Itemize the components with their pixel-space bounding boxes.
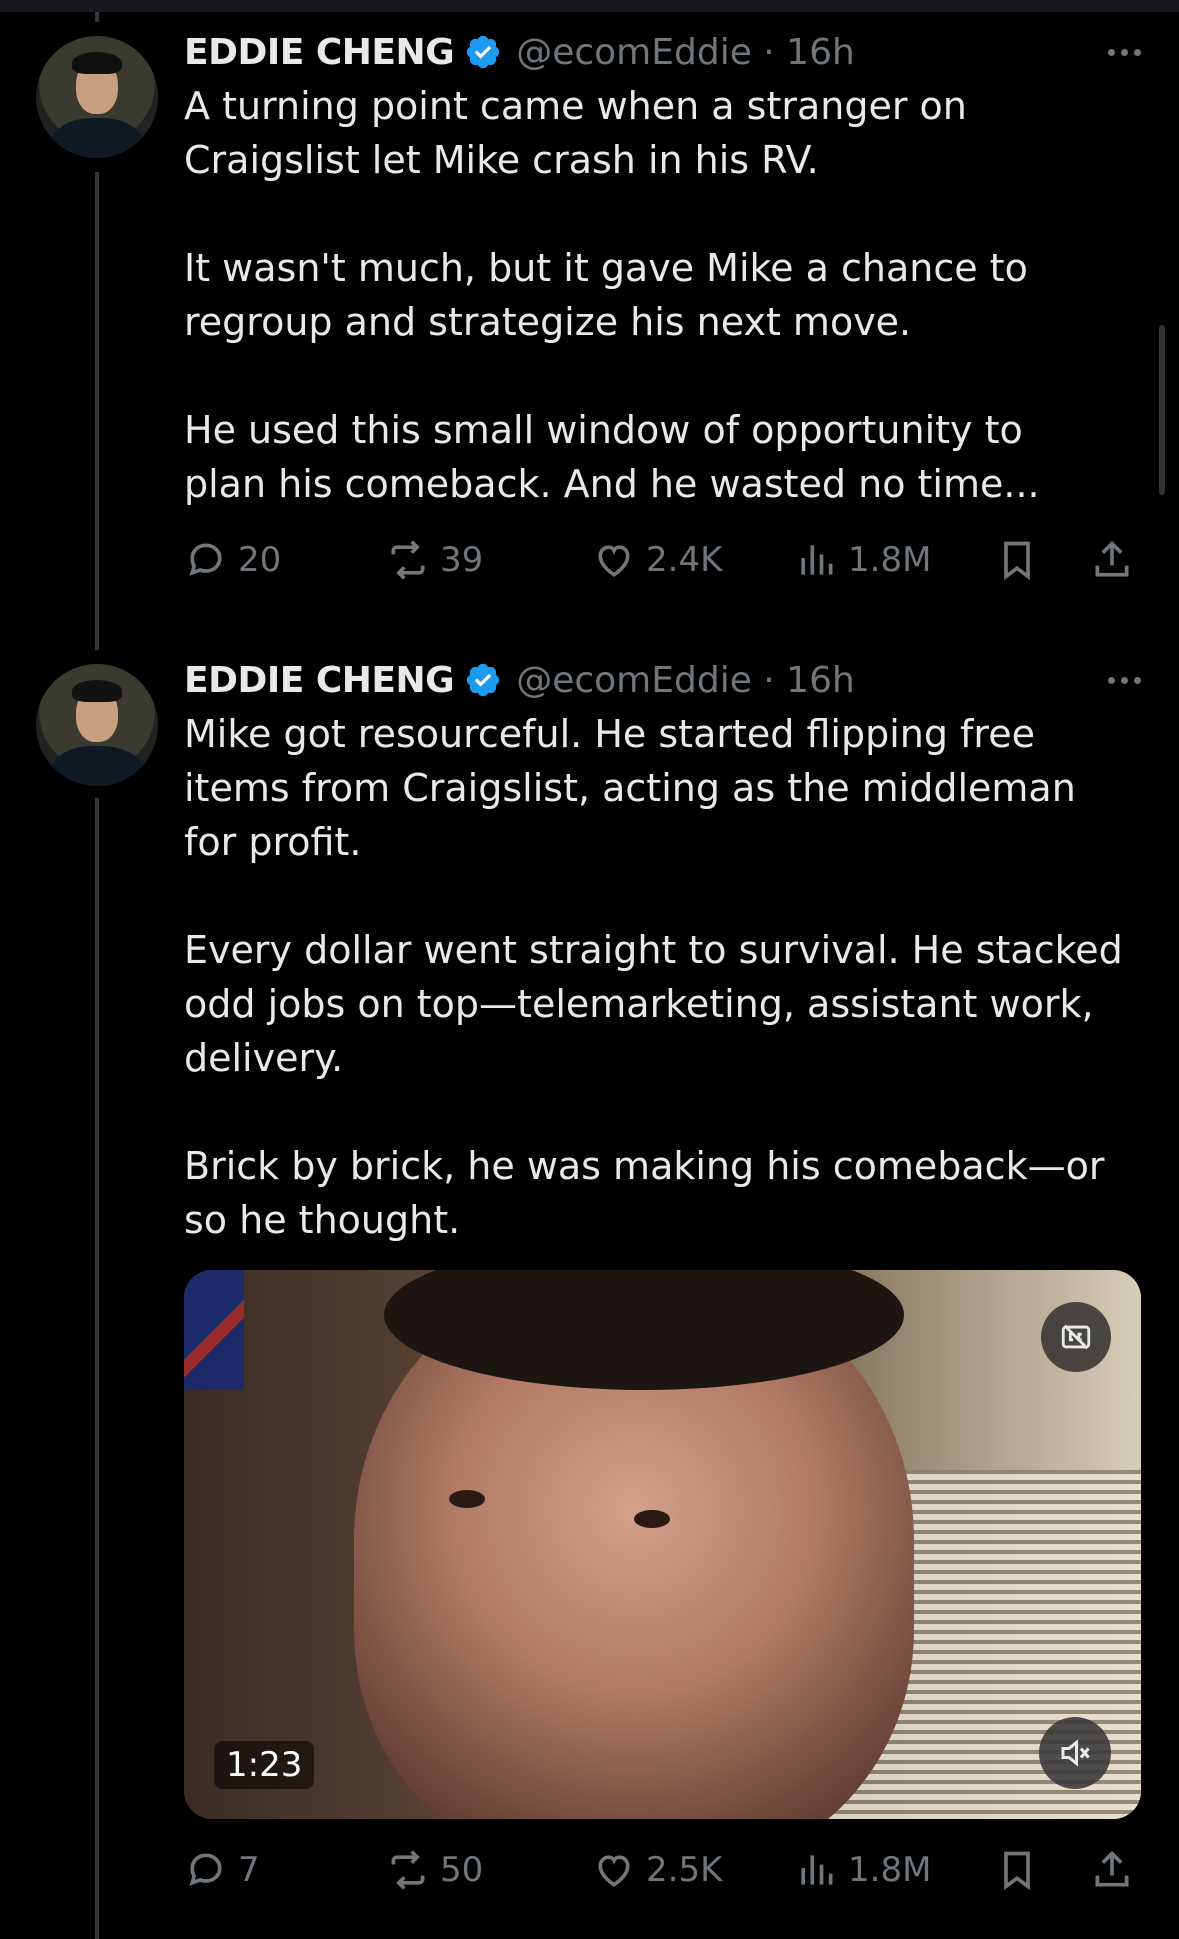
views-icon [801, 1855, 833, 1885]
thread-line [95, 798, 99, 1939]
top-divider [0, 0, 1179, 12]
thread-line-top [95, 12, 99, 22]
tweet-header: EDDIE CHENG @ecomEddie · 16h [184, 655, 1141, 705]
verified-icon [466, 663, 500, 697]
views-icon [801, 545, 833, 575]
share-icon [1095, 540, 1129, 577]
bookmark-button[interactable] [995, 1845, 1039, 1895]
repost-icon [391, 540, 425, 580]
author-handle-time[interactable]: @ecomEddie · 16h [516, 32, 855, 73]
repost-icon [391, 1850, 425, 1890]
repost-button[interactable]: 39 [386, 535, 483, 585]
repost-count: 50 [440, 1850, 484, 1890]
bookmark-icon [1004, 1851, 1030, 1891]
bookmark-icon [1004, 541, 1030, 581]
repost-count: 39 [440, 540, 484, 580]
reply-count: 20 [238, 540, 282, 580]
tweet-actions: 7 50 2.5K 1.8M [0, 1845, 1179, 1895]
more-icon[interactable] [1102, 655, 1141, 705]
captions-button[interactable] [1041, 1302, 1111, 1372]
reply-icon [189, 543, 222, 576]
tweet-text: A turning point came when a stranger on … [184, 84, 1040, 506]
views-count: 1.8M [848, 1850, 932, 1890]
tweet-header: EDDIE CHENG @ecomEddie · 16h [184, 27, 1141, 77]
flag-decoration [184, 1270, 244, 1390]
video-subject-eye-left [449, 1490, 485, 1508]
mute-button[interactable] [1039, 1717, 1111, 1789]
captions-icon [1061, 1324, 1091, 1350]
views-button[interactable]: 1.8M [794, 535, 931, 585]
views-button[interactable]: 1.8M [794, 1845, 931, 1895]
mute-icon [1061, 1739, 1090, 1767]
more-icon[interactable] [1102, 27, 1141, 77]
like-button[interactable]: 2.4K [592, 535, 722, 585]
reply-button[interactable]: 20 [184, 535, 281, 585]
tweet-actions: 20 39 2.4K 1.8M [0, 535, 1179, 585]
like-count: 2.4K [646, 540, 723, 580]
author-handle-time[interactable]: @ecomEddie · 16h [516, 660, 855, 701]
like-button[interactable]: 2.5K [592, 1845, 722, 1895]
like-icon [598, 545, 630, 577]
author-name[interactable]: EDDIE CHENG [184, 32, 455, 73]
avatar[interactable] [36, 36, 158, 158]
author-name[interactable]: EDDIE CHENG [184, 660, 455, 701]
bookmark-button[interactable] [995, 535, 1039, 585]
video-player[interactable]: 1:23 [184, 1270, 1141, 1819]
reply-count: 7 [238, 1850, 260, 1890]
scrollbar[interactable] [1159, 325, 1165, 495]
reply-button[interactable]: 7 [184, 1845, 260, 1895]
repost-button[interactable]: 50 [386, 1845, 483, 1895]
share-icon [1095, 1850, 1129, 1887]
reply-icon [189, 1853, 222, 1886]
like-icon [598, 1855, 630, 1887]
views-count: 1.8M [848, 540, 932, 580]
avatar[interactable] [36, 664, 158, 786]
video-subject-eye-right [634, 1510, 670, 1528]
verified-icon [466, 35, 500, 69]
like-count: 2.5K [646, 1850, 723, 1890]
video-duration: 1:23 [214, 1741, 315, 1789]
share-button[interactable] [1090, 1845, 1134, 1895]
tweet-text: Mike got resourceful. He started flippin… [184, 712, 1123, 1242]
share-button[interactable] [1090, 535, 1134, 585]
